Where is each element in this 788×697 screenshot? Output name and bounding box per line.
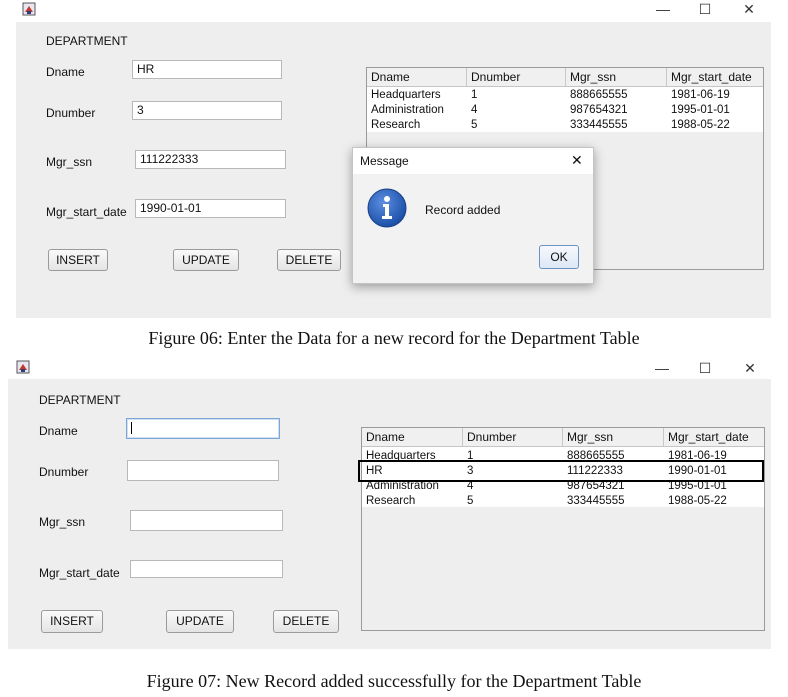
table-cell: 1988-05-22 (668, 495, 727, 507)
ok-button[interactable]: OK (539, 245, 579, 269)
table-header: Dname Dnumber Mgr_ssn Mgr_start_date (367, 68, 763, 87)
dname-field[interactable] (126, 418, 280, 439)
delete-button[interactable]: DELETE (277, 249, 341, 271)
dname-label: Dname (39, 424, 78, 438)
message-dialog: Message ✕ Record added OK (352, 147, 594, 284)
table-cell: 333445555 (567, 495, 625, 507)
table-row[interactable]: Administration 4 987654321 1995-01-01 (367, 103, 763, 118)
text-caret (131, 421, 132, 434)
column-header[interactable]: Dnumber (463, 428, 563, 446)
table-cell: Research (366, 495, 416, 507)
department-table: Dname Dnumber Mgr_ssn Mgr_start_date Hea… (361, 427, 765, 631)
insert-button[interactable]: INSERT (48, 249, 108, 271)
maximize-button[interactable]: ☐ (690, 359, 720, 379)
java-app-icon (22, 2, 36, 16)
minimize-button[interactable]: — (647, 359, 677, 379)
update-button[interactable]: UPDATE (166, 610, 234, 633)
insert-button[interactable]: INSERT (41, 610, 103, 633)
table-header: Dname Dnumber Mgr_ssn Mgr_start_date (362, 428, 764, 447)
table-cell: 987654321 (570, 104, 628, 116)
mgr-ssn-label: Mgr_ssn (39, 515, 86, 529)
mgr-ssn-field[interactable] (130, 510, 283, 531)
dialog-titlebar: Message ✕ (353, 148, 593, 174)
mgr-ssn-label: Mgr_ssn (46, 155, 93, 169)
table-cell: 1995-01-01 (671, 104, 730, 116)
column-header[interactable]: Dname (367, 68, 467, 86)
dialog-title: Message (360, 154, 409, 168)
table-cell: 1 (471, 89, 478, 101)
bottom-titlebar: — ☐ ✕ (8, 357, 771, 379)
table-row[interactable]: Headquarters 1 888665555 1981-06-19 (367, 88, 763, 103)
info-icon (367, 188, 407, 228)
table-cell: 4 (471, 104, 478, 116)
section-label: DEPARTMENT (39, 393, 121, 407)
table-cell: 1981-06-19 (671, 89, 730, 101)
new-record-highlight (358, 460, 764, 482)
delete-button[interactable]: DELETE (273, 610, 339, 633)
column-header[interactable]: Dnumber (467, 68, 566, 86)
figure-caption-bottom: Figure 07: New Record added successfully… (146, 671, 642, 691)
mgr-start-date-label: Mgr_start_date (39, 566, 120, 580)
update-button[interactable]: UPDATE (173, 249, 239, 271)
minimize-button[interactable]: — (648, 0, 678, 20)
column-header[interactable]: Dname (362, 428, 463, 446)
mgr-ssn-field[interactable]: 111222333 (135, 150, 286, 169)
dialog-message: Record added (425, 203, 501, 217)
table-row[interactable]: Research 5 333445555 1988-05-22 (362, 494, 764, 509)
dnumber-field[interactable]: 3 (132, 101, 282, 120)
column-header[interactable]: Mgr_ssn (566, 68, 667, 86)
maximize-button[interactable]: ☐ (690, 0, 720, 20)
close-button[interactable]: ✕ (734, 0, 764, 20)
dialog-close-icon[interactable]: ✕ (571, 152, 583, 169)
table-cell: 5 (467, 495, 474, 507)
top-titlebar: — ☐ ✕ (16, 0, 771, 22)
table-row[interactable]: Research 5 333445555 1988-05-22 (367, 118, 763, 133)
table-cell: Administration (371, 104, 444, 116)
table-cell: Research (371, 119, 421, 131)
column-header[interactable]: Mgr_ssn (563, 428, 664, 446)
dnumber-field[interactable] (127, 460, 279, 481)
table-cell: 1988-05-22 (671, 119, 730, 131)
mgr-start-date-field[interactable]: 1990-01-01 (135, 199, 286, 218)
column-header[interactable]: Mgr_start_date (664, 428, 765, 446)
dname-field[interactable]: HR (132, 60, 282, 79)
dnumber-label: Dnumber (46, 106, 96, 120)
table-cell: Headquarters (371, 89, 441, 101)
table-cell: 333445555 (570, 119, 628, 131)
section-label: DEPARTMENT (46, 34, 128, 48)
dname-label: Dname (46, 65, 85, 79)
close-button[interactable]: ✕ (735, 359, 765, 379)
column-header[interactable]: Mgr_start_date (667, 68, 764, 86)
figure-caption-top: Figure 06: Enter the Data for a new reco… (148, 328, 640, 348)
java-app-icon (16, 360, 30, 374)
table-cell: 5 (471, 119, 478, 131)
mgr-start-date-label: Mgr_start_date (46, 205, 127, 219)
mgr-start-date-field[interactable] (130, 560, 283, 578)
dnumber-label: Dnumber (39, 465, 89, 479)
table-cell: 888665555 (570, 89, 628, 101)
bottom-app-window: — ☐ ✕ DEPARTMENT Dname Dnumber Mgr_ssn M… (8, 357, 771, 649)
